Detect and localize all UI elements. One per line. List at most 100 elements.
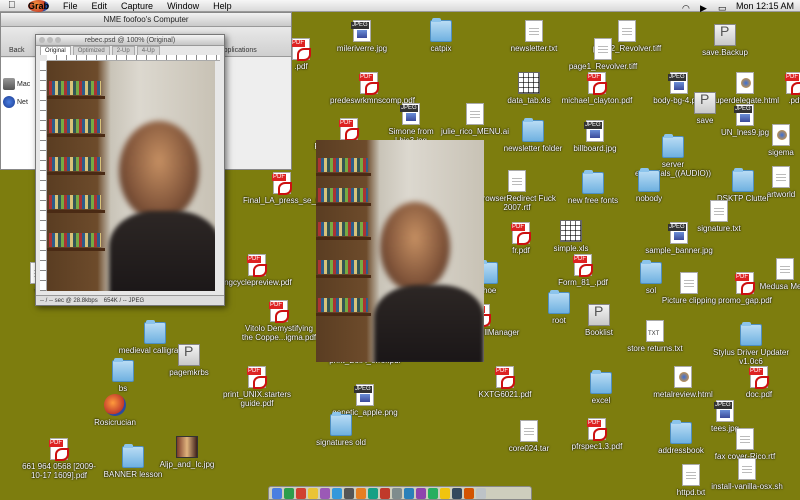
sidebar-item-mac[interactable]: Mac: [3, 78, 30, 90]
desktop-icon[interactable]: metalreview.html: [644, 366, 722, 399]
dock-app-icon[interactable]: [452, 488, 462, 499]
dock-app-icon[interactable]: [344, 488, 354, 499]
desktop-icon[interactable]: catpix: [402, 18, 480, 53]
desktop-icon[interactable]: ingcyclepreview.pdf: [218, 254, 296, 287]
dock: [268, 486, 532, 500]
battery-icon[interactable]: ▭: [718, 2, 728, 13]
desktop-icon[interactable]: predeswrkmnscomp.pdf: [330, 72, 415, 105]
apple-menu-icon[interactable]: : [8, 0, 16, 12]
desktop-icon-label: billboard.jpg: [573, 144, 617, 153]
tab-optimized[interactable]: Optimized: [72, 46, 110, 55]
wifi-icon[interactable]: ◠: [682, 2, 692, 13]
menu-file[interactable]: File: [63, 0, 78, 12]
desktop-icon[interactable]: Stylus Driver Updater v1.0c6: [712, 322, 790, 366]
dock-app-icon[interactable]: [416, 488, 426, 499]
desktop-icon[interactable]: nobody: [610, 168, 688, 203]
folder-file-icon: [662, 134, 684, 158]
folder-file-icon: [638, 168, 660, 192]
desktop-icon[interactable]: save.Backup: [686, 24, 764, 57]
folder-file-icon: [582, 170, 604, 194]
left-ruler: [40, 61, 47, 291]
desktop-icon[interactable]: .pdf: [756, 72, 800, 105]
pdf-file-icon: [573, 254, 593, 277]
desktop-icon[interactable]: browserRedirect Fuck 2007.rtf: [478, 170, 556, 212]
desktop-icon[interactable]: doc.pdf: [720, 366, 798, 399]
dock-app-icon[interactable]: [464, 488, 474, 499]
pdf-file-icon: [359, 72, 379, 95]
dock-app-icon[interactable]: [284, 488, 294, 499]
desktop-icon[interactable]: artworld: [742, 166, 800, 199]
folder-file-icon: [740, 322, 762, 346]
dock-app-icon[interactable]: [356, 488, 366, 499]
trash-icon[interactable]: [476, 488, 486, 499]
zoom-button[interactable]: [55, 37, 61, 43]
desktop-icon[interactable]: Rosicrucian: [76, 394, 154, 427]
desktop-icon-label: browserRedirect Fuck 2007.rtf: [478, 194, 556, 212]
desktop-icon[interactable]: newsletter.txt: [495, 20, 573, 53]
dock-app-icon[interactable]: [404, 488, 414, 499]
sidebar-item-network[interactable]: Net: [3, 96, 28, 108]
close-button[interactable]: [39, 37, 45, 43]
desktop-icon[interactable]: sample_banner.jpg: [640, 222, 718, 255]
desktop-icon[interactable]: Final_LA_press_se_04.04.07.pdf: [243, 172, 360, 205]
dock-app-icon[interactable]: [368, 488, 378, 499]
menubar-clock[interactable]: Mon 12:15 AM: [736, 0, 794, 12]
menu-edit[interactable]: Edit: [92, 0, 108, 12]
back-button[interactable]: Back: [9, 47, 25, 54]
menu-capture[interactable]: Capture: [121, 0, 153, 12]
doc-file-icon: [736, 428, 754, 450]
folder-file-icon: [122, 444, 144, 468]
tab-2up[interactable]: 2-Up: [111, 46, 135, 55]
desktop-icon[interactable]: store returns.txt: [616, 320, 694, 353]
desktop-icon[interactable]: page1_Revolver.tiff: [564, 38, 642, 71]
dock-app-icon[interactable]: [320, 488, 330, 499]
dock-app-icon[interactable]: [308, 488, 318, 499]
desktop-icon[interactable]: Aljp_and_Ic.jpg: [148, 436, 226, 469]
desktop-icon[interactable]: 661 964 0568 [2009-10-17 1609].pdf: [20, 438, 98, 480]
desktop-icon[interactable]: install-vanilla-osx.sh: [708, 458, 786, 491]
app-file-icon: [104, 394, 126, 416]
tab-original[interactable]: Original: [40, 46, 71, 55]
desktop-icon-label: page1_Revolver.tiff: [568, 62, 638, 71]
desktop-icon[interactable]: pagemkrbs: [150, 344, 228, 377]
desktop-icon[interactable]: fax cover-Rico.rtf: [706, 428, 784, 461]
desktop-icon[interactable]: billboard.jpg: [556, 120, 634, 153]
pdf-file-icon: [272, 172, 292, 195]
desktop-icon-label: promo_gap.pdf: [718, 296, 772, 305]
desktop-icon[interactable]: data_tab.xls: [490, 72, 568, 105]
menu-help[interactable]: Help: [213, 0, 232, 12]
desktop-icon[interactable]: michael_clayton.pdf: [558, 72, 636, 105]
pdf-file-icon: [291, 38, 311, 61]
dock-app-icon[interactable]: [440, 488, 450, 499]
dock-app-icon[interactable]: [296, 488, 306, 499]
jpg-file-icon: [400, 103, 420, 125]
doc-file-icon: [508, 170, 526, 192]
dock-app-icon[interactable]: [392, 488, 402, 499]
tab-4up[interactable]: 4-Up: [136, 46, 160, 55]
desktop-icon[interactable]: print_UNIX.starters guide.pdf: [218, 366, 296, 408]
desktop-icon[interactable]: Form_81_.pdf: [544, 254, 622, 287]
desktop-icon[interactable]: Vitolo Demystifying the Coppe...igma.pdf: [240, 300, 318, 342]
menu-app-grab[interactable]: Grab: [28, 0, 50, 12]
minimize-button[interactable]: [47, 37, 53, 43]
desktop-icon[interactable]: KXTG6021.pdf: [466, 366, 544, 399]
desktop-icon[interactable]: excel: [562, 370, 640, 405]
pdf-file-icon: [587, 418, 607, 441]
desktop-photo: [316, 140, 484, 362]
desktop-icon[interactable]: simple.xls: [532, 220, 610, 253]
desktop-icon[interactable]: core024.tar: [490, 420, 568, 453]
volume-icon[interactable]: ▶: [700, 2, 710, 13]
preview-status-bar: -- / -- sec @ 28.8kbps 654K / -- JPEG: [36, 295, 224, 305]
desktop-icon[interactable]: Medusa Menu: [746, 258, 800, 291]
desktop-icon[interactable]: sigema: [742, 124, 800, 157]
pdf-file-icon: [49, 438, 69, 461]
desktop-icon[interactable]: pfrspec1.3.pdf: [558, 418, 636, 451]
desktop-icon[interactable]: signatures old: [302, 412, 380, 447]
dock-app-icon[interactable]: [332, 488, 342, 499]
dock-app-icon[interactable]: [428, 488, 438, 499]
menu-window[interactable]: Window: [167, 0, 199, 12]
desktop-icon-label: save.Backup: [702, 48, 748, 57]
finder-dock-icon[interactable]: [272, 488, 282, 499]
dock-app-icon[interactable]: [380, 488, 390, 499]
desktop-icon-label: nobody: [635, 194, 663, 203]
